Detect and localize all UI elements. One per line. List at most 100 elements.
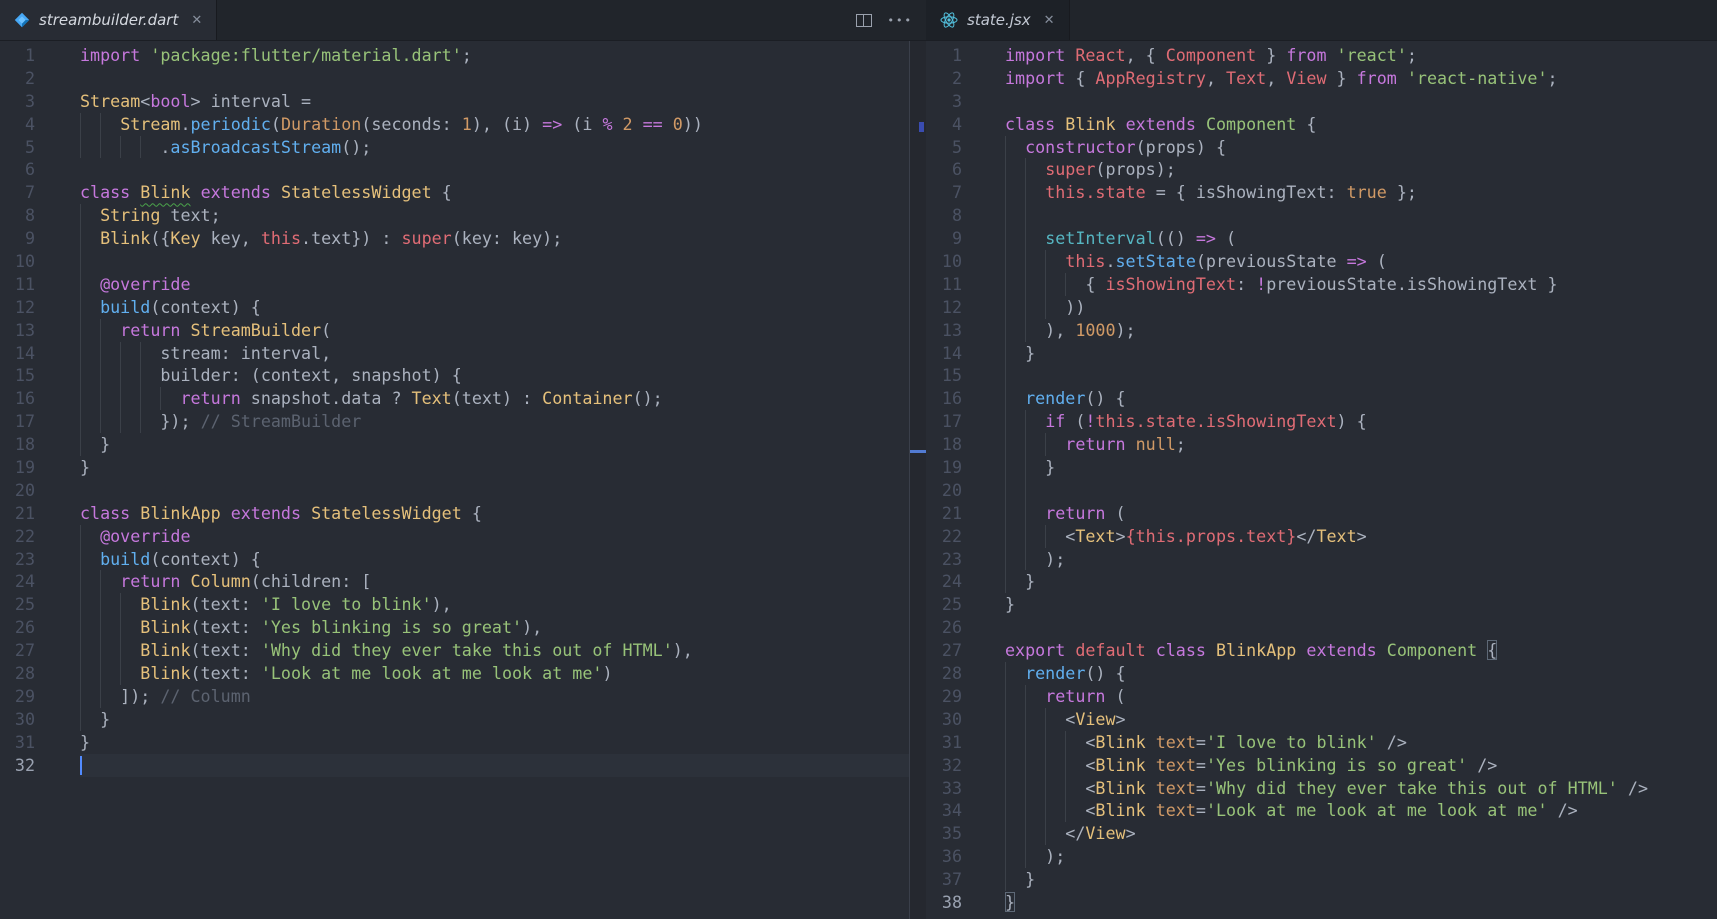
- indent-guide: [1025, 296, 1026, 319]
- indent-guide: [1005, 273, 1006, 296]
- code-text: [80, 158, 909, 181]
- editor-pane-left: streambuilder.dart ✕ ••• 1import 'packag…: [0, 0, 926, 919]
- indent-guide: [80, 113, 81, 136]
- code-text: this.state = { isShowingText: true };: [1005, 181, 1717, 204]
- line-number: 7: [926, 181, 962, 204]
- code-line: 21class BlinkApp extends StatelessWidget…: [0, 502, 909, 525]
- tab-state-jsx[interactable]: state.jsx ✕: [926, 0, 1070, 40]
- indent-guide: [80, 364, 81, 387]
- indent-guide: [1025, 502, 1026, 525]
- code-text: render() {: [1005, 662, 1717, 685]
- code-line: 7 this.state = { isShowingText: true };: [926, 181, 1717, 204]
- close-icon[interactable]: ✕: [191, 13, 202, 28]
- code-line: 35 </View>: [926, 822, 1717, 845]
- editor-pane-right: state.jsx ✕ 1import React, { Component }…: [926, 0, 1717, 919]
- text-cursor: [80, 756, 82, 775]
- line-number: 26: [0, 616, 35, 639]
- line-number: 28: [0, 662, 35, 685]
- indent-guide: [1005, 250, 1006, 273]
- flutter-icon: [14, 12, 30, 28]
- indent-guide: [140, 410, 141, 433]
- code-editor-left[interactable]: 1import 'package:flutter/material.dart';…: [0, 41, 926, 919]
- line-number: 27: [0, 639, 35, 662]
- indent-guide: [1005, 227, 1006, 250]
- indent-guide: [80, 319, 81, 342]
- indent-guide: [100, 639, 101, 662]
- line-number: 32: [926, 754, 962, 777]
- code-line: 3: [926, 90, 1717, 113]
- tab-label: state.jsx: [967, 11, 1031, 29]
- code-line: 26 Blink(text: 'Yes blinking is so great…: [0, 616, 909, 639]
- code-text: <View>: [1005, 708, 1717, 731]
- indent-guide: [1065, 799, 1066, 822]
- indent-guide: [1005, 731, 1006, 754]
- indent-guide: [100, 616, 101, 639]
- code-text: <Blink text='I love to blink' />: [1005, 731, 1717, 754]
- code-text: [1005, 616, 1717, 639]
- code-text: return Column(children: [: [80, 570, 909, 593]
- line-number: 4: [926, 113, 962, 136]
- line-number: 20: [926, 479, 962, 502]
- close-icon[interactable]: ✕: [1044, 13, 1055, 28]
- indent-guide: [1005, 799, 1006, 822]
- more-actions-icon[interactable]: •••: [888, 15, 913, 26]
- indent-guide: [1005, 548, 1006, 571]
- code-text: return snapshot.data ? Text(text) : Cont…: [80, 387, 909, 410]
- indent-guide: [80, 136, 81, 159]
- code-line: 28 Blink(text: 'Look at me look at me lo…: [0, 662, 909, 685]
- code-text: render() {: [1005, 387, 1717, 410]
- line-number: 32: [0, 754, 35, 777]
- indent-guide: [140, 387, 141, 410]
- tab-bar-right: state.jsx ✕: [926, 0, 1717, 41]
- indent-guide: [1025, 845, 1026, 868]
- line-number: 19: [926, 456, 962, 479]
- tab-label: streambuilder.dart: [39, 11, 178, 29]
- code-line: 18 }: [0, 433, 909, 456]
- line-number: 6: [926, 158, 962, 181]
- line-number: 1: [0, 44, 35, 67]
- indent-guide: [120, 410, 121, 433]
- line-number: 28: [926, 662, 962, 685]
- indent-guide: [100, 113, 101, 136]
- code-text: Blink(text: 'I love to blink'),: [80, 593, 909, 616]
- code-line: 8: [926, 204, 1717, 227]
- indent-guide: [140, 364, 141, 387]
- line-number: 15: [926, 364, 962, 387]
- code-line: 6: [0, 158, 909, 181]
- code-line: 12 build(context) {: [0, 296, 909, 319]
- code-line: 31 <Blink text='I love to blink' />: [926, 731, 1717, 754]
- code-line: 25}: [926, 593, 1717, 616]
- code-text: Blink({Key key, this.text}) : super(key:…: [80, 227, 909, 250]
- line-number: 8: [0, 204, 35, 227]
- tab-streambuilder-dart[interactable]: streambuilder.dart ✕: [0, 0, 217, 40]
- indent-guide: [120, 639, 121, 662]
- indent-guide: [1025, 433, 1026, 456]
- code-line: 19}: [0, 456, 909, 479]
- code-line: 9 Blink({Key key, this.text}) : super(ke…: [0, 227, 909, 250]
- line-number: 18: [926, 433, 962, 456]
- line-number: 36: [926, 845, 962, 868]
- line-number: 14: [0, 342, 35, 365]
- code-line: 33 <Blink text='Why did they ever take t…: [926, 777, 1717, 800]
- line-number: 5: [0, 136, 35, 159]
- line-number: 20: [0, 479, 35, 502]
- code-line: 13 return StreamBuilder(: [0, 319, 909, 342]
- code-line: 30 }: [0, 708, 909, 731]
- code-editor-right[interactable]: 1import React, { Component } from 'react…: [926, 41, 1717, 919]
- indent-guide: [1045, 273, 1046, 296]
- indent-guide: [1005, 204, 1006, 227]
- code-text: class Blink extends StatelessWidget {: [80, 181, 909, 204]
- line-number: 22: [0, 525, 35, 548]
- indent-guide: [1025, 777, 1026, 800]
- indent-guide: [1005, 296, 1006, 319]
- split-editor-icon[interactable]: [856, 14, 872, 27]
- indent-guide: [1025, 158, 1026, 181]
- indent-guide: [100, 387, 101, 410]
- indent-guide: [1045, 731, 1046, 754]
- line-number: 23: [0, 548, 35, 571]
- code-line: 5 .asBroadcastStream();: [0, 136, 909, 159]
- code-line: 29 return (: [926, 685, 1717, 708]
- indent-guide: [80, 548, 81, 571]
- indent-guide: [1005, 479, 1006, 502]
- code-text: return (: [1005, 502, 1717, 525]
